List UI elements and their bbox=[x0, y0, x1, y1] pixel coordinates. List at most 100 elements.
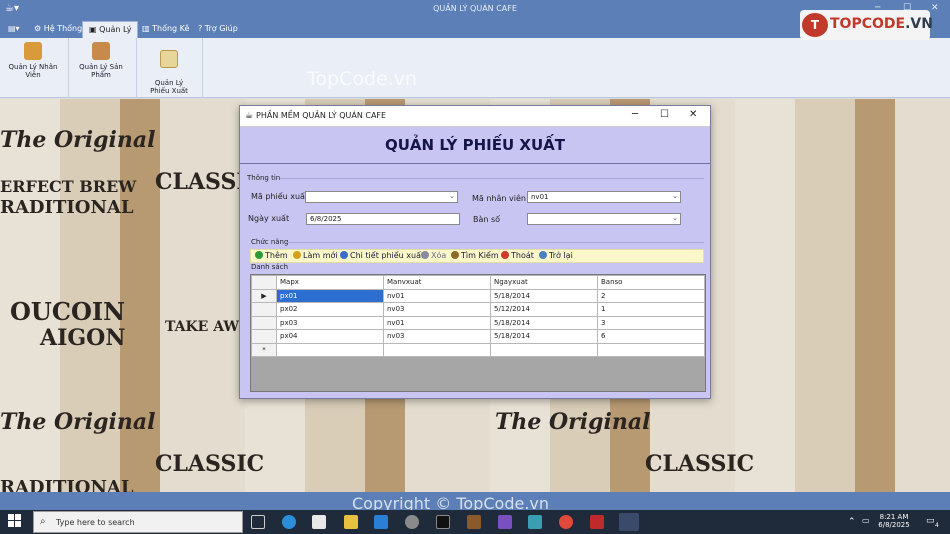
thoat-button[interactable]: Thoát bbox=[501, 251, 534, 260]
ngay-xuat-field[interactable]: 6/8/2025 bbox=[306, 213, 460, 225]
gear-icon: ⚙ bbox=[34, 24, 42, 33]
table-row[interactable]: px03 nv01 5/18/2014 3 bbox=[251, 315, 705, 330]
ban-so-label: Bàn số bbox=[473, 215, 501, 224]
them-button[interactable]: Thêm bbox=[255, 251, 288, 260]
ban-so-combo[interactable]: ⌄ bbox=[527, 213, 681, 225]
table-cell[interactable] bbox=[383, 342, 491, 357]
table-cell[interactable]: 5/18/2014 bbox=[490, 329, 598, 344]
table-cell[interactable] bbox=[276, 342, 384, 357]
dialog-minimize-button[interactable]: ─ bbox=[632, 109, 638, 120]
chrome-icon[interactable] bbox=[559, 515, 573, 529]
row-header bbox=[251, 315, 277, 330]
xoa-button[interactable]: Xóa bbox=[421, 251, 446, 260]
divider bbox=[286, 242, 704, 243]
tab-thong-ke[interactable]: ▥ Thống Kê bbox=[136, 21, 195, 38]
ma-nhan-vien-combo[interactable]: nv01 ⌄ bbox=[527, 191, 681, 203]
table-row[interactable]: ▶ px01 nv01 5/18/2014 2 bbox=[251, 288, 705, 303]
table-cell[interactable]: px03 bbox=[276, 315, 384, 330]
close-button[interactable]: ✕ bbox=[931, 3, 939, 13]
column-header[interactable]: Manvxuat bbox=[383, 275, 491, 290]
table-cell[interactable] bbox=[597, 342, 705, 357]
column-header[interactable]: Mapx bbox=[276, 275, 384, 290]
windows-start-icon[interactable] bbox=[8, 514, 22, 528]
vscode-icon[interactable] bbox=[374, 515, 388, 529]
cafe-app-icon[interactable] bbox=[619, 513, 639, 531]
dialog-titlebar: ☕ PHẦN MỀM QUẢN LÝ QUÁN CAFE ─ ☐ ✕ bbox=[240, 106, 710, 127]
quan-ly-nhan-vien-button[interactable]: Quản Lý Nhân Viên bbox=[3, 42, 63, 79]
app-icon[interactable] bbox=[528, 515, 542, 529]
app-icon[interactable] bbox=[590, 515, 604, 529]
ribbon: Quản Lý Nhân Viên Quản Lý Sản Phẩm Quản … bbox=[0, 38, 950, 98]
table-cell[interactable]: nv03 bbox=[383, 329, 491, 344]
app-icon[interactable] bbox=[467, 515, 481, 529]
table-cell[interactable]: 3 bbox=[597, 315, 705, 330]
help-icon: ? bbox=[198, 24, 203, 33]
bg-text: OUCOIN bbox=[10, 297, 126, 326]
product-icon bbox=[92, 42, 110, 60]
tab-tro-giup[interactable]: ? Trợ Giúp bbox=[192, 21, 244, 38]
row-header bbox=[251, 302, 277, 317]
ma-nhan-vien-label: Mã nhân viên bbox=[472, 194, 526, 203]
table-cell[interactable]: nv01 bbox=[383, 315, 491, 330]
store-icon[interactable] bbox=[312, 515, 326, 529]
new-row[interactable]: * bbox=[251, 342, 705, 357]
column-header[interactable]: Banso bbox=[597, 275, 705, 290]
table-cell[interactable]: nv01 bbox=[383, 288, 491, 303]
bg-text: CLASSIC bbox=[645, 451, 755, 477]
bg-text: RADITIONAL bbox=[0, 197, 134, 218]
bg-text: AIGON bbox=[40, 325, 126, 351]
quick-access-icon[interactable]: ▤▾ bbox=[2, 21, 26, 38]
back-icon bbox=[539, 251, 547, 259]
exit-icon bbox=[501, 251, 509, 259]
briefcase-icon: ▣ bbox=[89, 25, 97, 34]
chevron-up-icon[interactable]: ⌃ bbox=[848, 517, 856, 527]
table-cell[interactable]: 6 bbox=[597, 329, 705, 344]
network-icon[interactable]: ▭ bbox=[862, 516, 870, 525]
table-header-row: Mapx Manvxuat Ngayxuat Banso bbox=[251, 275, 705, 290]
notification-icon[interactable]: ▭ bbox=[926, 516, 935, 526]
table-cell[interactable]: 5/18/2014 bbox=[490, 315, 598, 330]
table-cell[interactable]: 2 bbox=[597, 288, 705, 303]
bg-text: The Original bbox=[0, 409, 156, 435]
bg-text: ERFECT BREW bbox=[0, 177, 137, 196]
tab-quan-ly[interactable]: ▣ Quản Lý bbox=[82, 21, 139, 38]
divider bbox=[240, 163, 710, 164]
table-cell[interactable]: nv03 bbox=[383, 302, 491, 317]
table-cell[interactable]: 1 bbox=[597, 302, 705, 317]
watermark-top: TopCode.vn bbox=[307, 68, 418, 90]
app-icon[interactable] bbox=[405, 515, 419, 529]
quan-ly-phieu-xuat-button[interactable]: Quản Lý Phiếu Xuất bbox=[145, 42, 193, 95]
tim-kiem-button[interactable]: Tìm Kiếm bbox=[451, 251, 499, 260]
clock[interactable]: 8:21 AM 6/8/2025 bbox=[874, 513, 914, 529]
table-cell[interactable]: px04 bbox=[276, 329, 384, 344]
file-explorer-icon[interactable] bbox=[344, 515, 358, 529]
tro-lai-button[interactable]: Trở lại bbox=[539, 251, 573, 260]
taskbar-search-input[interactable]: ⌕ Type here to search bbox=[33, 511, 243, 533]
add-icon bbox=[255, 251, 263, 259]
new-row-marker: * bbox=[251, 342, 277, 357]
table-row[interactable]: px02 nv03 5/12/2014 1 bbox=[251, 302, 705, 317]
dialog-maximize-button[interactable]: ☐ bbox=[660, 109, 669, 120]
edge-icon[interactable] bbox=[282, 515, 296, 529]
tab-he-thong[interactable]: ⚙ Hệ Thống bbox=[28, 21, 88, 38]
quan-ly-san-pham-button[interactable]: Quản Lý Sản Phẩm bbox=[70, 42, 132, 79]
bg-text: TAKE AW bbox=[165, 319, 240, 335]
task-view-icon[interactable] bbox=[251, 515, 265, 529]
search-icon: ⌕ bbox=[40, 516, 46, 527]
terminal-icon[interactable] bbox=[436, 515, 450, 529]
table-cell[interactable]: px01 bbox=[276, 288, 384, 303]
ma-phieu-xuat-combo[interactable]: ⌄ bbox=[305, 191, 458, 203]
column-header[interactable]: Ngayxuat bbox=[490, 275, 598, 290]
table-cell[interactable] bbox=[490, 342, 598, 357]
table-cell[interactable]: 5/18/2014 bbox=[490, 288, 598, 303]
table-row[interactable]: px04 nv03 5/18/2014 6 bbox=[251, 329, 705, 344]
row-header bbox=[251, 329, 277, 344]
chi-tiet-phieu-xuat-button[interactable]: Chi tiết phiếu xuất bbox=[340, 251, 424, 260]
table-cell[interactable]: 5/12/2014 bbox=[490, 302, 598, 317]
dialog-close-button[interactable]: ✕ bbox=[689, 109, 697, 120]
bg-text: The Original bbox=[495, 409, 651, 435]
visual-studio-icon[interactable] bbox=[498, 515, 512, 529]
lam-moi-button[interactable]: Làm mới bbox=[293, 251, 338, 260]
table-cell[interactable]: px02 bbox=[276, 302, 384, 317]
phieu-xuat-grid[interactable]: Mapx Manvxuat Ngayxuat Banso ▶ px01 nv01… bbox=[250, 274, 706, 392]
